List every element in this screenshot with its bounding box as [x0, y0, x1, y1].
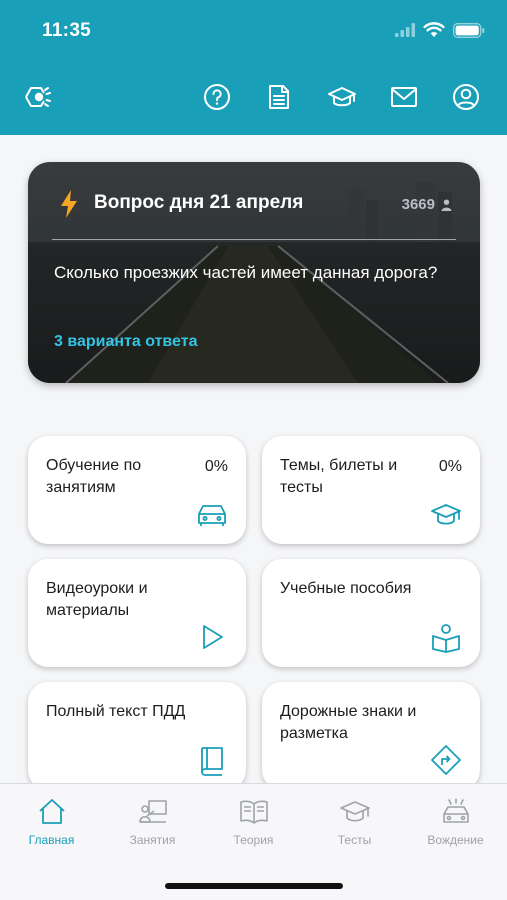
participant-count-value: 3669 [401, 196, 435, 213]
home-icon [38, 799, 65, 824]
tile-label: Темы, билеты и тесты [280, 457, 398, 496]
battery-icon [453, 22, 485, 38]
graduation-cap-icon [430, 498, 462, 530]
person-icon [441, 199, 452, 211]
tab-home[interactable]: Главная [1, 796, 102, 847]
question-text: Сколько проезжих частей имеет данная дор… [54, 263, 438, 282]
tab-tests[interactable]: Тесты [304, 796, 405, 847]
toolbar [0, 82, 507, 116]
mail-icon[interactable] [389, 82, 419, 112]
reader-icon [430, 621, 462, 653]
progress-percent: 0% [204, 458, 228, 475]
tile-lessons[interactable]: Обучение по занятиям 0% [28, 436, 246, 544]
tab-label: Теория [233, 833, 274, 847]
question-of-day-card[interactable]: Вопрос дня 21 апреля 3669 Сколько проезж… [28, 162, 480, 383]
book-icon [196, 744, 228, 776]
open-book-icon [239, 800, 268, 824]
participant-count: 3669 [402, 196, 452, 213]
tab-label: Вождение [427, 833, 484, 847]
status-time: 11:35 [42, 20, 92, 41]
question-of-day-title: Вопрос дня 21 апреля [94, 192, 304, 213]
main-content: Вопрос дня 21 апреля 3669 Сколько проезж… [0, 135, 507, 783]
car-icon [196, 498, 228, 530]
tile-road-signs[interactable]: Дорожные знаки и разметка [262, 682, 480, 783]
tile-label: Полный текст ПДД [46, 703, 186, 720]
document-icon[interactable] [264, 82, 294, 112]
tile-label: Обучение по занятиям [46, 457, 142, 496]
lesson-icon [138, 800, 167, 823]
help-icon[interactable] [202, 82, 232, 112]
lightning-icon [61, 190, 77, 218]
tab-lessons[interactable]: Занятия [102, 796, 203, 847]
home-indicator[interactable] [165, 883, 343, 889]
progress-percent: 0% [438, 458, 462, 475]
driving-icon [442, 798, 469, 823]
divider [52, 239, 456, 240]
profile-icon[interactable] [451, 82, 481, 112]
tile-label: Учебные пособия [280, 580, 412, 597]
tab-label: Занятия [129, 833, 176, 847]
wifi-icon [423, 22, 445, 37]
status-icons [395, 22, 485, 38]
tab-driving[interactable]: Вождение [405, 796, 506, 847]
tab-label: Главная [28, 833, 75, 847]
play-icon [196, 621, 228, 653]
signal-icon [395, 23, 415, 37]
tile-traffic-rules[interactable]: Полный текст ПДД [28, 682, 246, 783]
tab-label: Тесты [337, 833, 372, 847]
answers-link[interactable]: 3 варианта ответа [54, 333, 197, 351]
tile-tickets-tests[interactable]: Темы, билеты и тесты 0% [262, 436, 480, 544]
road-sign-icon [430, 744, 462, 776]
logo-icon[interactable] [22, 82, 52, 112]
tile-study-guides[interactable]: Учебные пособия [262, 559, 480, 667]
tile-video-lessons[interactable]: Видеоуроки и материалы [28, 559, 246, 667]
tab-theory[interactable]: Теория [203, 796, 304, 847]
top-bar: 11:35 [0, 0, 507, 135]
graduation-cap-icon[interactable] [327, 82, 357, 112]
tile-label: Дорожные знаки и разметка [280, 703, 417, 742]
graduation-cap-icon [339, 801, 370, 822]
tile-label: Видеоуроки и материалы [46, 580, 148, 619]
